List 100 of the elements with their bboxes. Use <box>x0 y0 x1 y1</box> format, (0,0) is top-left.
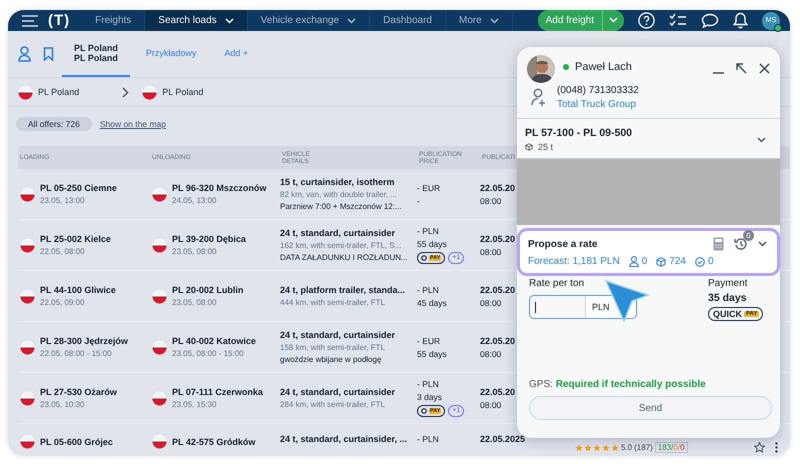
task-list-icon[interactable] <box>669 13 687 28</box>
unloading-place: PL 39-200 Dębica <box>172 234 246 244</box>
nav-tab[interactable]: Dashboard <box>370 10 446 31</box>
phone-number: (0048) 731303332 <box>557 85 639 96</box>
destination-label: PL Poland <box>162 87 204 97</box>
payment-term: - <box>417 196 420 206</box>
nav-tab[interactable]: More <box>446 10 513 31</box>
unloading-time: 24.05, 13:00 <box>172 196 216 205</box>
flag-icon <box>152 288 167 304</box>
loading-place: PL 28-300 Jędrzejów <box>40 336 128 346</box>
price: - EUR <box>417 182 440 192</box>
offers-count: 724 <box>669 256 686 267</box>
close-icon[interactable] <box>759 63 770 74</box>
loading-time: 22.05, 09:00 <box>40 298 84 307</box>
rating-count: (187) <box>634 443 653 452</box>
cargo-weight: 25 t <box>538 142 554 152</box>
loading-place: PL 25-002 Kielce <box>40 234 111 244</box>
chevron-icon <box>609 17 618 23</box>
menu-icon[interactable] <box>22 14 38 26</box>
price: - PLN <box>417 226 439 236</box>
loading-time: 23.05, 10:30 <box>40 400 84 409</box>
publication-time: 08:00 <box>480 196 502 206</box>
person-icon[interactable] <box>18 46 31 62</box>
expand-icon <box>757 136 766 142</box>
filter-tab[interactable]: Add + <box>212 31 276 77</box>
help-icon[interactable] <box>638 12 655 29</box>
arrow-up-left-icon[interactable] <box>736 63 747 74</box>
price: - EUR <box>417 336 440 346</box>
price: - PLN <box>417 284 439 294</box>
vehicle-note: Parzniew 7:00 + Mszczonów 12:... <box>280 202 402 211</box>
loading-place: PL 05-250 Ciemne <box>40 183 117 193</box>
contact-name: Paweł Lach <box>575 61 632 73</box>
payment-term: 45 days <box>417 298 447 308</box>
filter-tab[interactable]: PL Poland PL Poland <box>62 31 130 77</box>
loading-place: PL 44-100 Gliwice <box>40 285 116 295</box>
unloading-time: 23.05, 15:30 <box>172 400 216 409</box>
payment-term: 3 days <box>417 392 442 402</box>
route-title: PL 57-100 - PL 09-500 <box>525 127 634 139</box>
accepted-count: 0 <box>708 256 714 267</box>
publication-date: 22.05.20 <box>480 182 516 192</box>
send-button[interactable]: Send <box>529 396 772 420</box>
publication-date: 22.05.2025 <box>480 434 526 444</box>
add-contact-icon[interactable] <box>531 88 547 107</box>
publication-time: 08:00 <box>480 348 502 358</box>
payment-term: 35 days <box>708 292 748 304</box>
origin-label: PL Poland <box>38 87 80 97</box>
logo: (T) <box>48 12 70 29</box>
unloading-place: PL 42-575 Gródków <box>172 436 256 446</box>
map-link[interactable]: Show on the map <box>100 119 166 129</box>
vehicle-note: DATA ZAŁADUNKU I ROZŁADUN... <box>280 253 408 262</box>
flag-icon <box>152 186 167 202</box>
bell-icon[interactable] <box>733 12 748 29</box>
unloading-place: PL 07-111 Czerwonka <box>172 387 263 397</box>
vehicle-details: 284 km, with semi-trailer, FTL <box>280 400 385 409</box>
payment-term: 55 days <box>417 348 447 358</box>
vehicle-details: 444 km, with semi-trailer, FTL <box>280 298 385 307</box>
vehicle-note: gwoździe wbijane w podłogę <box>280 355 382 364</box>
flag-icon <box>18 84 33 100</box>
loading-place: PL 05-600 Grójec <box>40 436 113 446</box>
nav-tab[interactable]: Vehicle exchange <box>248 10 370 31</box>
vehicle-summary: 24 t, standard, curtainsider <box>280 387 396 397</box>
loading-time: 23.05, 13:00 <box>40 196 84 205</box>
gps-requirement: GPS: Required if technically possible <box>528 379 707 390</box>
loading-place: PL 27-530 Ożarów <box>40 387 117 397</box>
company-link[interactable]: Total Truck Group <box>557 99 639 110</box>
vehicle-summary: 24 t, standard, curtainsider, ... <box>280 434 408 444</box>
flag-icon <box>142 84 158 100</box>
flag-icon <box>20 238 35 252</box>
loading-time: 22.05, 08:00 - 15:00 <box>40 349 112 358</box>
history-icon[interactable] <box>734 237 748 251</box>
box-icon <box>525 143 533 151</box>
nav-tab[interactable]: Search loads <box>145 10 248 31</box>
vehicle-summary: 24 t, standard, curtainsider <box>280 330 396 340</box>
forecast-link[interactable]: Forecast: 1,181 PLN <box>528 256 620 267</box>
price: - PLN <box>417 379 439 389</box>
vehicle-summary: 24 t, standard, curtainsider <box>280 228 396 238</box>
vehicle-details: 162 km, with semi-trailer, FTL, S... <box>280 241 402 250</box>
payment-label: Payment <box>708 278 748 289</box>
unloading-place: PL 40-002 Katowice <box>172 336 256 346</box>
publication-time: 08:00 <box>480 298 502 308</box>
unloading-place: PL 96-320 Mszczonów <box>172 183 266 193</box>
flag-icon <box>20 288 35 304</box>
flag-icon <box>152 390 167 406</box>
dropdown-button[interactable] <box>602 10 624 31</box>
proposal-title: Propose a rate <box>528 238 598 250</box>
vehicle-details: 82 km, van, with double trailer, ... <box>280 190 397 199</box>
chat-icon[interactable] <box>701 12 719 28</box>
bookmark-icon[interactable] <box>43 47 54 61</box>
flag-icon <box>20 390 35 406</box>
rating-score: 5.0 <box>621 443 632 452</box>
publication-date: 22.05.20 <box>480 284 516 294</box>
person-icon <box>628 256 639 267</box>
feedback-counts: 183/0/0 <box>654 442 688 453</box>
unloading-time: 23.05, 08:00 <box>172 298 216 307</box>
payment-term: 55 days <box>417 239 447 249</box>
flag-icon <box>20 340 35 354</box>
vehicle-details: 158 km, with semi-trailer, FTL <box>280 343 385 352</box>
check-circle-icon <box>694 256 705 266</box>
unloading-place: PL 20-002 Lublin <box>172 285 244 295</box>
vehicle-summary: 24 t, platform trailer, standa... <box>280 285 406 295</box>
